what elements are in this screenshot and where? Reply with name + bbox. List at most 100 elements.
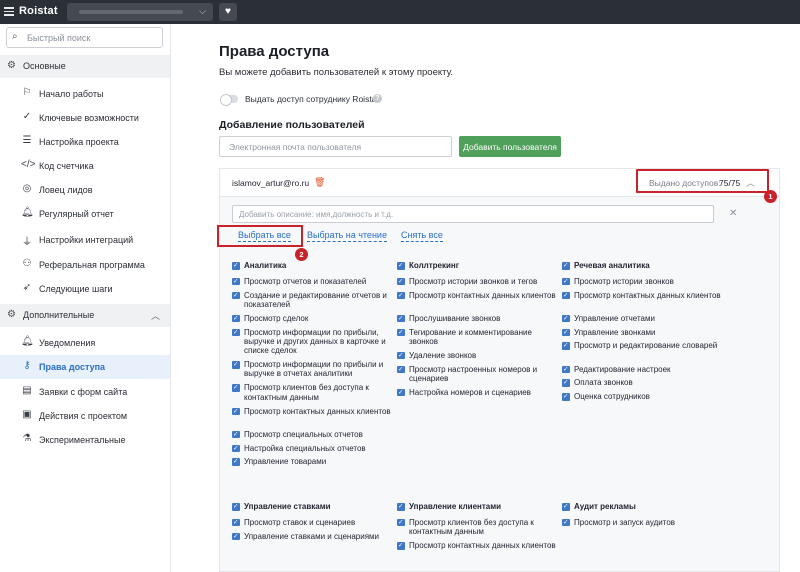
menu-icon[interactable] xyxy=(4,7,14,16)
clear-all-link[interactable]: Снять все xyxy=(401,230,443,242)
checkbox-checked-icon[interactable]: ✓ xyxy=(232,314,240,323)
user-header[interactable]: islamov_artur@ro.ru 🗑︎ Выдано доступов: … xyxy=(220,169,779,197)
project-select[interactable]: ⌵ xyxy=(67,3,213,21)
sidebar-item-project-actions[interactable]: ▣ Действия с проектом xyxy=(0,404,170,428)
checkbox-checked-icon[interactable]: ✓ xyxy=(397,388,405,397)
roistat-access-toggle[interactable] xyxy=(220,94,238,106)
checkbox-checked-icon[interactable]: ✓ xyxy=(232,277,240,286)
chevron-up-icon[interactable]: ︿ xyxy=(151,309,160,322)
sidebar-item-label: Экспериментальные xyxy=(39,435,126,445)
checkbox-checked-icon[interactable]: ✓ xyxy=(562,518,570,527)
page-title: Права доступа xyxy=(219,43,330,60)
project-name-blurred xyxy=(79,10,183,14)
sidebar-item-notifications[interactable]: 🔔︎ Уведомления xyxy=(0,331,170,355)
help-icon[interactable]: ? xyxy=(373,94,382,103)
sidebar-item-project-settings[interactable]: ☰ Настройка проекта xyxy=(0,130,170,154)
checkbox-checked-icon[interactable]: ✓ xyxy=(562,314,570,323)
select-all-link[interactable]: Выбрать все xyxy=(238,230,291,242)
permission-label: Настройка номеров и сценариев xyxy=(409,387,531,397)
sidebar-item-lead-catcher[interactable]: ◎ Ловец лидов xyxy=(0,178,170,202)
sidebar-item-features[interactable]: ✓ Ключевые возможности xyxy=(0,106,170,130)
checkbox-checked-icon[interactable]: ✓ xyxy=(397,277,405,286)
page-subtitle: Вы можете добавить пользователей к этому… xyxy=(219,67,454,78)
checkbox-checked-icon[interactable]: ✓ xyxy=(232,430,240,439)
key-icon: ⚷ xyxy=(23,360,31,371)
checkbox-checked-icon[interactable]: ✓ xyxy=(397,365,405,374)
code-icon: </> xyxy=(21,159,36,170)
permission-label: Просмотр контактных данных клиентов xyxy=(409,290,556,300)
checkbox-checked-icon[interactable]: ✓ xyxy=(562,291,570,300)
checkbox-checked-icon[interactable]: ✓ xyxy=(232,291,240,300)
sidebar-item-label: Ловец лидов xyxy=(39,185,93,195)
checkbox-checked-icon[interactable]: ✓ xyxy=(397,262,405,270)
description-field[interactable] xyxy=(232,205,714,223)
permission-label: Прослушивание звонков xyxy=(409,313,501,323)
checkbox-checked-icon[interactable]: ✓ xyxy=(232,262,240,270)
checkbox-checked-icon[interactable]: ✓ xyxy=(232,444,240,453)
user-access-panel: islamov_artur@ro.ru 🗑︎ Выдано доступов: … xyxy=(217,168,780,572)
close-icon[interactable]: ✕ xyxy=(729,208,737,219)
permission-label: Тегирование и комментирование звонков xyxy=(409,327,532,346)
section-main[interactable]: ⚙ Основные xyxy=(0,55,170,78)
sidebar-item-counter-code[interactable]: </> Код счетчика xyxy=(0,154,170,178)
logo[interactable]: Roistat xyxy=(19,5,58,17)
trash-icon[interactable]: 🗑︎ xyxy=(314,177,325,188)
checkbox-checked-icon[interactable]: ✓ xyxy=(232,361,240,369)
sidebar-item-label: Заявки с форм сайта xyxy=(39,387,128,397)
sidebar-item-access-rights[interactable]: ⚷ Права доступа xyxy=(0,355,170,379)
permission-label: Управление отчетами xyxy=(574,313,655,323)
bell-icon: 🔔︎ xyxy=(21,336,34,347)
permission-label: Просмотр и запуск аудитов xyxy=(574,517,676,527)
sidebar-item-integrations[interactable]: ⏚ Настройки интеграций xyxy=(0,228,170,252)
sidebar-item-experimental[interactable]: ⚗ Экспериментальные xyxy=(0,428,170,452)
checkbox-checked-icon[interactable]: ✓ xyxy=(562,342,570,350)
permission-label: Оплата звонков xyxy=(574,378,633,388)
checkbox-checked-icon[interactable]: ✓ xyxy=(562,379,570,387)
checkbox-checked-icon[interactable]: ✓ xyxy=(232,518,240,527)
checkbox-checked-icon[interactable]: ✓ xyxy=(232,458,240,466)
checkbox-checked-icon[interactable]: ✓ xyxy=(397,351,405,360)
checkbox-checked-icon[interactable]: ✓ xyxy=(397,542,405,550)
select-read-link[interactable]: Выбрать на чтение xyxy=(307,230,387,242)
checkbox-checked-icon[interactable]: ✓ xyxy=(397,314,405,323)
checkbox-checked-icon[interactable]: ✓ xyxy=(232,328,240,337)
permission-label: Просмотр контактных данных клиентов xyxy=(574,290,721,300)
access-count-highlight[interactable]: Выдано доступов: 75/75 ︿ xyxy=(636,169,769,193)
annotation-marker-2: 2 xyxy=(295,248,308,261)
flask-icon: ⚗ xyxy=(22,433,32,444)
section-label: Дополнительные xyxy=(23,310,95,320)
permission-label: Просмотр сделок xyxy=(244,313,309,323)
checkbox-checked-icon[interactable]: ✓ xyxy=(562,328,570,337)
checkbox-checked-icon[interactable]: ✓ xyxy=(562,393,570,401)
search-input[interactable] xyxy=(27,31,157,44)
sidebar-item-regular-report[interactable]: 🔔︎ Регулярный отчет xyxy=(0,202,170,226)
sidebar-item-next-steps[interactable]: ➶ Следующие шаги xyxy=(0,277,170,301)
checkbox-checked-icon[interactable]: ✓ xyxy=(232,407,240,416)
sidebar-item-site-forms[interactable]: ▤ Заявки с форм сайта xyxy=(0,380,170,404)
checkbox-checked-icon[interactable]: ✓ xyxy=(562,262,570,270)
permission-label: Управление ставками и сценариями xyxy=(244,531,380,541)
checkbox-checked-icon[interactable]: ✓ xyxy=(562,503,570,511)
checkbox-checked-icon[interactable]: ✓ xyxy=(232,532,240,541)
plug-icon: ⏚ xyxy=(22,237,32,248)
email-field[interactable] xyxy=(219,136,452,157)
sidebar-item-start[interactable]: ⚐ Начало работы xyxy=(0,82,170,106)
user-email: islamov_artur@ro.ru xyxy=(232,178,310,188)
checkbox-checked-icon[interactable]: ✓ xyxy=(397,291,405,300)
permission-label: Оценка сотрудников xyxy=(574,392,650,402)
checkbox-checked-icon[interactable]: ✓ xyxy=(232,384,240,392)
checkbox-checked-icon[interactable]: ✓ xyxy=(397,518,405,527)
permission-label: Аналитика xyxy=(244,261,287,270)
checkbox-checked-icon[interactable]: ✓ xyxy=(562,277,570,286)
checkbox-checked-icon[interactable]: ✓ xyxy=(562,365,570,374)
section-additional[interactable]: ⚙ Дополнительные ︿ xyxy=(0,304,170,327)
checkbox-checked-icon[interactable]: ✓ xyxy=(397,328,405,337)
quick-search[interactable]: ⌕ xyxy=(6,27,163,48)
add-user-button[interactable]: Добавить пользователя xyxy=(459,136,561,157)
favorite-button[interactable]: ♥ xyxy=(219,3,237,21)
checkbox-checked-icon[interactable]: ✓ xyxy=(232,503,240,511)
access-count-value: 75/75 xyxy=(719,178,741,188)
gear-icon: ⚙ xyxy=(7,60,16,71)
checkbox-checked-icon[interactable]: ✓ xyxy=(397,503,405,511)
sidebar-item-referral[interactable]: ⚇ Реферальная программа xyxy=(0,253,170,277)
